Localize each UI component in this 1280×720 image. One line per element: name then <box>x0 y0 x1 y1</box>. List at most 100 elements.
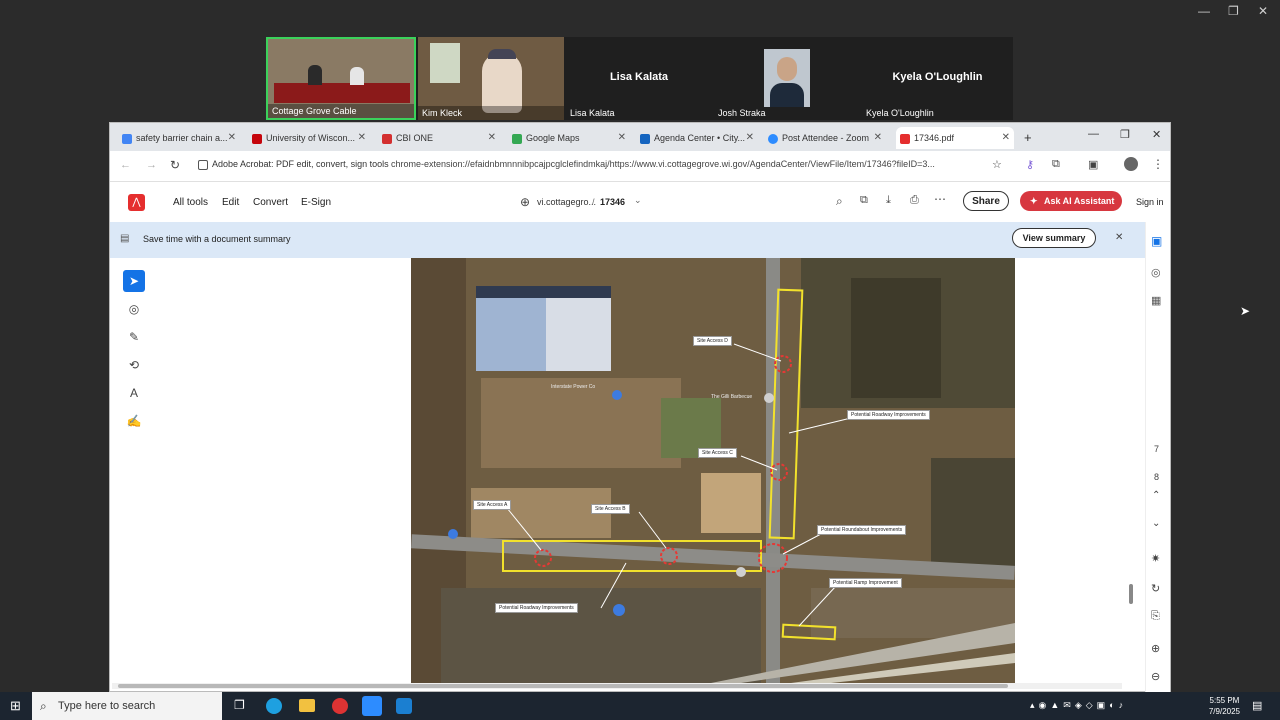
profile-avatar[interactable] <box>1124 157 1138 171</box>
zoom-out-icon[interactable]: ⊖ <box>1151 670 1160 683</box>
system-tray-icons[interactable]: ▴◉▲✉◈◇▣◐♪ <box>1030 700 1127 711</box>
url-field[interactable]: chrome-extension://efaidnbmnnnibpcajpcgl… <box>391 159 983 173</box>
tab-zoom-attendee[interactable]: Post Attendee - Zoom ✕ <box>768 127 886 149</box>
person-silhouette <box>350 67 364 85</box>
zoom-minimize-button[interactable]: — <box>1198 4 1210 18</box>
comments-icon[interactable]: ◎ <box>1151 266 1161 279</box>
chrome-icon[interactable] <box>332 698 348 714</box>
close-tab-icon[interactable]: ✕ <box>488 127 496 149</box>
page-up-icon[interactable]: ⌃ <box>1152 490 1160 501</box>
video-tile-kyela-oloughlin[interactable]: Kyela O'Loughlin Kyela O'Loughlin <box>862 37 1013 120</box>
close-tab-icon[interactable]: ✕ <box>618 127 626 149</box>
tab-university[interactable]: University of Wiscon... ✕ <box>252 127 370 149</box>
side-panel-icon[interactable]: ▣ <box>1088 158 1098 171</box>
close-tab-icon[interactable]: ✕ <box>874 127 882 149</box>
sign-in-link[interactable]: Sign in <box>1136 197 1164 207</box>
windows-start-icon[interactable]: ⊞ <box>10 698 21 714</box>
maps-pin-icon <box>512 133 522 144</box>
browser-menu-icon[interactable]: ⋮ <box>1152 157 1164 171</box>
save-file-icon[interactable]: ⎘ <box>1151 610 1160 623</box>
search-icon: ⌕ <box>40 699 47 713</box>
close-banner-icon[interactable]: ✕ <box>1115 232 1123 243</box>
video-tile-kim-kleck[interactable]: Kim Kleck <box>418 37 564 120</box>
video-tile-josh-straka[interactable]: Josh Straka <box>714 37 860 120</box>
university-icon <box>252 133 262 144</box>
site-map-image: Site Access D Site Access C Site Access … <box>411 258 1015 683</box>
close-tab-icon[interactable]: ✕ <box>228 127 236 149</box>
tab-agenda-center[interactable]: Agenda Center • City... ✕ <box>640 127 758 149</box>
tile-name: Josh Straka <box>718 108 766 118</box>
menu-all-tools[interactable]: All tools <box>173 197 208 208</box>
page-number-7[interactable]: 7 <box>1154 444 1159 454</box>
browser-minimize-button[interactable]: — <box>1088 128 1099 140</box>
ai-summary-icon[interactable]: ▣ <box>1151 234 1162 248</box>
menu-edit[interactable]: Edit <box>222 197 239 208</box>
rotate-icon[interactable]: ↻ <box>1151 582 1160 595</box>
edge-icon[interactable] <box>266 698 282 714</box>
menu-convert[interactable]: Convert <box>253 197 288 208</box>
bookmark-star-icon[interactable]: ☆ <box>992 158 1002 171</box>
close-tab-icon[interactable]: ✕ <box>746 127 754 149</box>
extension-key-icon[interactable]: ⚷ <box>1026 158 1034 171</box>
browser-close-button[interactable]: ✕ <box>1152 128 1161 141</box>
search-icon[interactable]: ⌕ <box>836 194 843 209</box>
tab-cbi-one[interactable]: CBI ONE ✕ <box>382 127 500 149</box>
text-tool-icon[interactable]: A <box>123 382 145 404</box>
summary-icon: ▤ <box>120 233 130 244</box>
video-tile-cottage-grove-cable[interactable]: Cottage Grove Cable <box>266 37 416 120</box>
zoom-taskbar-icon[interactable] <box>362 696 382 716</box>
page-down-icon[interactable]: ⌄ <box>1152 518 1160 529</box>
notifications-icon[interactable]: ▤ <box>1252 699 1262 712</box>
acrobat-toolbar: ⋀ All tools Edit Convert E-Sign ⊕ vi.cot… <box>110 182 1170 222</box>
download-icon[interactable]: ⤓ <box>886 194 891 207</box>
freehand-tool-icon[interactable]: ⟲ <box>123 354 145 376</box>
chevron-down-icon[interactable]: ⌄ <box>634 195 642 206</box>
vertical-scrollbar[interactable] <box>1128 258 1134 678</box>
draw-tool-icon[interactable]: ✎ <box>123 326 145 348</box>
task-view-icon[interactable]: ❐ <box>234 698 245 712</box>
extension-chip[interactable]: Adobe Acrobat: PDF edit, convert, sign t… <box>198 159 390 173</box>
sign-tool-icon[interactable]: ✍ <box>123 410 145 432</box>
pages-icon[interactable]: ⧉ <box>860 194 868 207</box>
zoom-close-button[interactable]: ✕ <box>1258 4 1268 18</box>
view-summary-button[interactable]: View summary <box>1012 228 1096 248</box>
close-tab-icon[interactable]: ✕ <box>1002 127 1010 149</box>
new-tab-button[interactable]: + <box>1024 127 1040 149</box>
zoom-restore-button[interactable]: ❐ <box>1228 4 1239 18</box>
reload-icon[interactable]: ↻ <box>170 158 180 172</box>
scrollbar-thumb[interactable] <box>118 684 1008 688</box>
tab-pdf-active[interactable]: 17346.pdf ✕ <box>896 127 1014 149</box>
tab-safety-barrier[interactable]: safety barrier chain a... ✕ <box>122 127 240 149</box>
summary-banner: ▤ Save time with a document summary View… <box>110 222 1148 258</box>
zoom-in-icon[interactable]: ⊕ <box>1151 642 1160 655</box>
document-name[interactable]: 17346 <box>600 197 625 207</box>
clock[interactable]: 5:55 PM 7/9/2025 <box>1209 695 1240 717</box>
app-icon[interactable] <box>396 698 412 714</box>
mouse-cursor: ➤ <box>1240 304 1251 318</box>
comment-tool-icon[interactable]: ◎ <box>123 298 145 320</box>
label-site-access-b: Site Access B <box>591 504 630 514</box>
tile-name: Cottage Grove Cable <box>268 104 414 118</box>
horizontal-scrollbar[interactable] <box>112 683 1122 689</box>
select-tool-icon[interactable]: ➤ <box>123 270 145 292</box>
ai-assistant-button[interactable]: ✦ Ask AI Assistant <box>1020 191 1122 211</box>
banner-text: Save time with a document summary <box>143 234 291 244</box>
file-explorer-icon[interactable] <box>299 699 315 712</box>
close-tab-icon[interactable]: ✕ <box>358 127 366 149</box>
video-tile-lisa-kalata[interactable]: Lisa Kalata Lisa Kalata <box>566 37 712 120</box>
page-number-8[interactable]: 8 <box>1154 472 1159 482</box>
forward-icon[interactable]: → <box>146 159 157 171</box>
more-options-icon[interactable]: ⋯ <box>934 192 946 206</box>
breadcrumb-site[interactable]: vi.cottagegro... <box>537 197 596 207</box>
back-icon[interactable]: ← <box>120 159 131 171</box>
print-icon[interactable]: ⎙ <box>910 194 919 207</box>
share-button[interactable]: Share <box>963 191 1009 211</box>
extensions-puzzle-icon[interactable]: ⧉ <box>1052 158 1060 171</box>
clock-time: 5:55 PM <box>1209 696 1240 705</box>
browser-maximize-button[interactable]: ❐ <box>1120 128 1130 141</box>
thumbnails-icon[interactable]: ▦ <box>1151 294 1161 307</box>
taskbar-search[interactable]: ⌕ Type here to search <box>32 692 222 720</box>
tab-google-maps[interactable]: Google Maps ✕ <box>512 127 630 149</box>
ai-tool-icon[interactable]: ✷ <box>1151 552 1160 565</box>
menu-e-sign[interactable]: E-Sign <box>301 197 331 208</box>
